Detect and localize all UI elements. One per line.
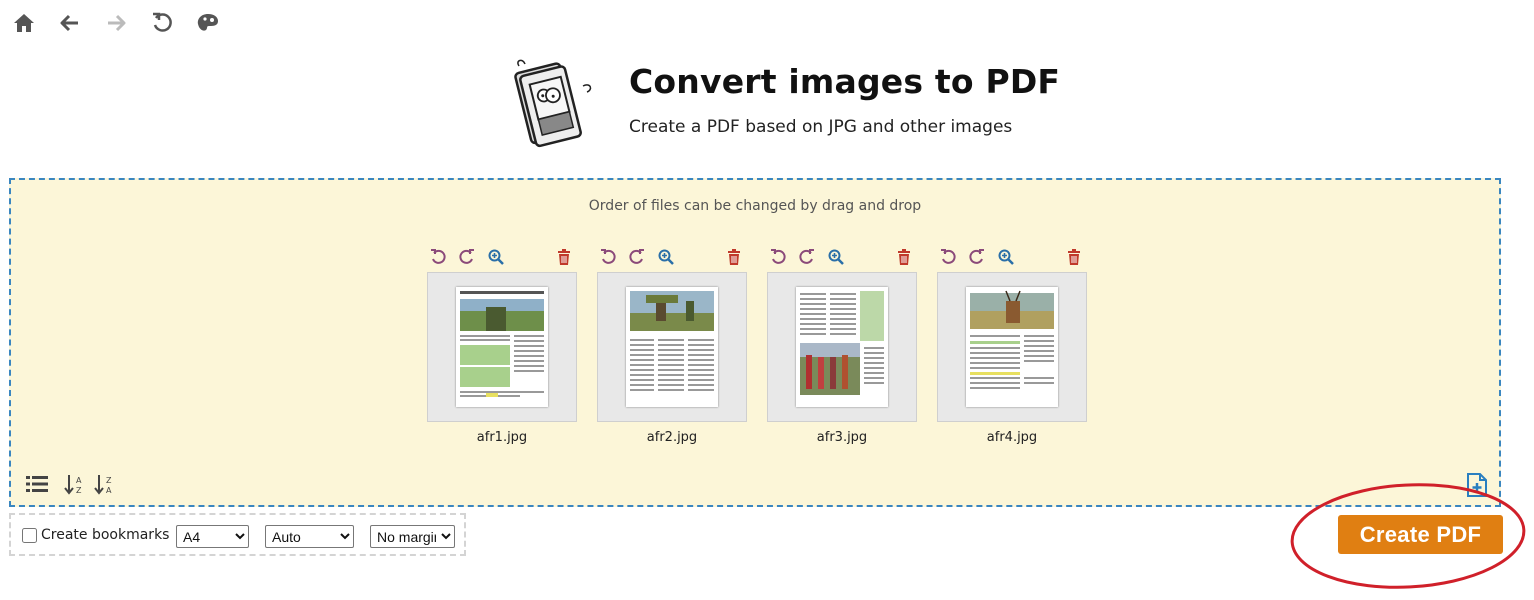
page-preview — [626, 287, 718, 407]
page-subtitle: Create a PDF based on JPG and other imag… — [629, 117, 1013, 137]
file-card[interactable]: afr1.jpg — [427, 248, 577, 445]
rotate-right-icon[interactable] — [458, 248, 476, 266]
file-thumbnail[interactable] — [597, 272, 747, 422]
file-card[interactable]: afr2.jpg — [597, 248, 747, 445]
file-drop-area[interactable]: Order of files can be changed by drag an… — [9, 178, 1501, 507]
page-size-select[interactable]: A4 — [176, 525, 249, 548]
sort-a-z-icon[interactable]: AZ — [63, 472, 87, 496]
rotate-right-icon[interactable] — [628, 248, 646, 266]
file-name: afr1.jpg — [476, 430, 528, 445]
sort-z-a-icon[interactable]: ZA — [93, 472, 117, 496]
zoom-in-icon[interactable] — [997, 248, 1015, 266]
zoom-in-icon[interactable] — [487, 248, 505, 266]
top-nav — [0, 0, 300, 46]
page-preview — [796, 287, 888, 407]
pdf-options: Create bookmarks A4 Auto No margin — [9, 513, 466, 556]
svg-text:Z: Z — [76, 486, 82, 495]
file-thumbnail[interactable] — [937, 272, 1087, 422]
bookmarks-checkbox[interactable] — [22, 527, 37, 543]
page-preview — [456, 287, 548, 407]
trash-icon[interactable] — [895, 248, 913, 266]
list-view-icon[interactable] — [25, 472, 49, 496]
rotate-right-icon[interactable] — [798, 248, 816, 266]
drag-drop-hint: Order of files can be changed by drag an… — [588, 198, 922, 214]
trash-icon[interactable] — [555, 248, 573, 266]
create-pdf-button[interactable]: Create PDF — [1338, 515, 1503, 554]
file-card[interactable]: afr3.jpg — [767, 248, 917, 445]
file-thumbnail[interactable] — [427, 272, 577, 422]
bookmarks-label: Create bookmarks — [41, 527, 170, 543]
zoom-in-icon[interactable] — [827, 248, 845, 266]
svg-text:A: A — [106, 486, 112, 495]
bookmarks-option[interactable]: Create bookmarks — [22, 527, 169, 543]
back-arrow-icon[interactable] — [57, 10, 83, 36]
home-icon[interactable] — [11, 10, 37, 36]
trash-icon[interactable] — [1065, 248, 1083, 266]
file-name: afr4.jpg — [986, 430, 1038, 445]
zoom-in-icon[interactable] — [657, 248, 675, 266]
file-thumbnail[interactable] — [767, 272, 917, 422]
rotate-right-icon[interactable] — [968, 248, 986, 266]
photo-document-icon — [505, 58, 597, 150]
rotate-left-icon[interactable] — [769, 248, 787, 266]
rotate-left-icon[interactable] — [429, 248, 447, 266]
file-name: afr2.jpg — [646, 430, 698, 445]
margin-select[interactable]: No margin — [370, 525, 455, 548]
palette-icon[interactable] — [195, 10, 221, 36]
page-title: Convert images to PDF — [629, 62, 1061, 101]
add-file-icon[interactable] — [1465, 472, 1489, 498]
svg-text:A: A — [76, 476, 82, 485]
rotate-left-icon[interactable] — [599, 248, 617, 266]
svg-text:Z: Z — [106, 476, 112, 485]
forward-arrow-icon[interactable] — [103, 10, 129, 36]
orientation-select[interactable]: Auto — [265, 525, 354, 548]
page-preview — [966, 287, 1058, 407]
reload-icon[interactable] — [149, 10, 175, 36]
file-card[interactable]: afr4.jpg — [937, 248, 1087, 445]
rotate-left-icon[interactable] — [939, 248, 957, 266]
file-name: afr3.jpg — [816, 430, 868, 445]
trash-icon[interactable] — [725, 248, 743, 266]
